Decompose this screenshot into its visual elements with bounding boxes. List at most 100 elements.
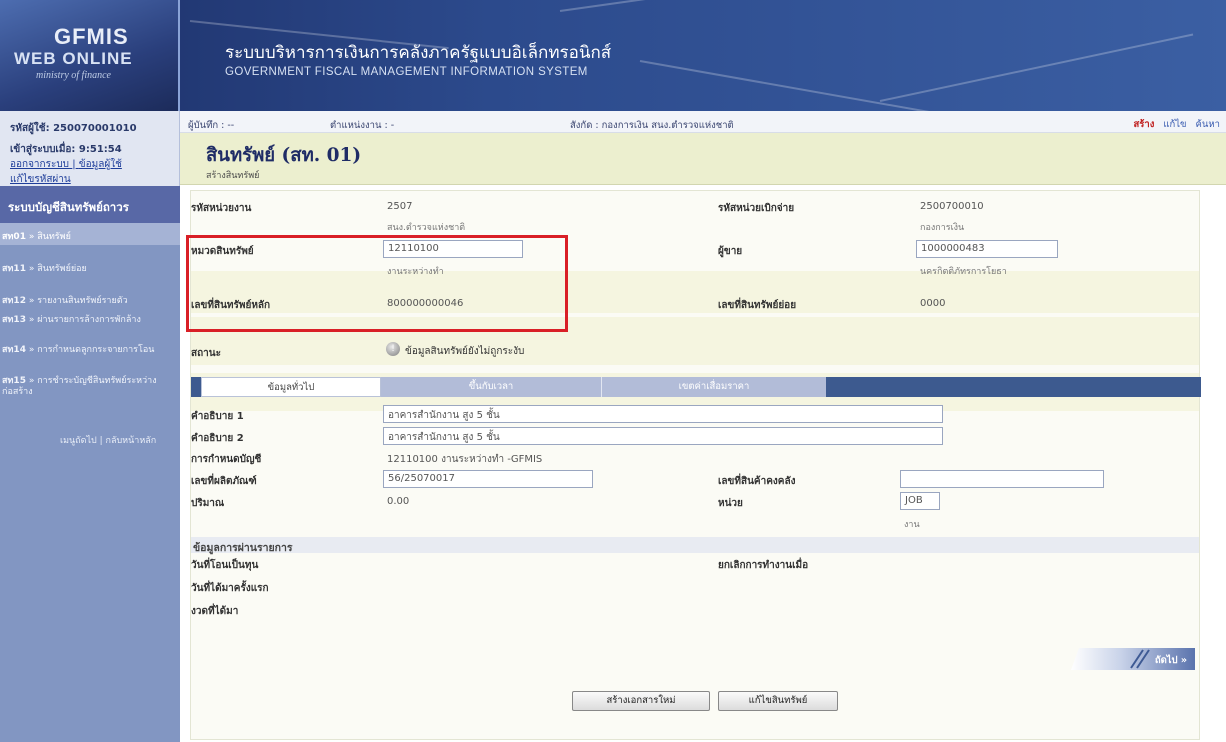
main-content: ผู้บันทึก : -- ตำแหน่งงาน : - สังกัด : ก… xyxy=(180,111,1226,742)
agency-code-value: 2507 xyxy=(387,201,413,212)
logo-title: GFMIS xyxy=(54,24,129,49)
status-text: ข้อมูลสินทรัพย์ยังไม่ถูกระงับ xyxy=(405,346,525,357)
unit-name: งาน xyxy=(904,520,920,530)
next-button[interactable]: ถัดไป » xyxy=(1071,648,1195,670)
arrow-icon: » xyxy=(28,296,35,306)
sidebar-item-code: สท12 xyxy=(2,296,26,306)
sidebar-item-sub-asset[interactable]: สท11 » สินทรัพย์ย่อย xyxy=(0,256,180,278)
unit-field[interactable]: JOB xyxy=(900,492,940,510)
acquisition-period-label: งวดที่ได้มา xyxy=(191,606,239,617)
create-action[interactable]: สร้าง xyxy=(1133,119,1154,130)
desc1-field[interactable]: อาคารสำนักงาน สูง 5 ชั้น xyxy=(383,405,943,423)
disb-unit-value: 2500700010 xyxy=(920,201,984,212)
sidebar-item-asset-report[interactable]: สท12 » รายงานสินทรัพย์รายตัว xyxy=(0,288,180,310)
gfmis-logo: GFMIS WEB ONLINE ministry of finance xyxy=(0,0,180,111)
sub-asset-value: 0000 xyxy=(920,298,946,309)
sidebar-footer: เมนูถัดไป | กลับหน้าหลัก xyxy=(60,433,156,447)
sidebar-item-label: ผ่านรายการล้างการพักล้าง xyxy=(37,315,141,325)
deactivation-label: ยกเลิกการทำงานเมื่อ xyxy=(718,560,809,571)
sidebar-item-code: สท13 xyxy=(2,315,26,325)
status-warning-icon: ! xyxy=(386,342,400,356)
row-band xyxy=(191,191,1199,235)
arrow-icon: » xyxy=(28,376,35,386)
arrow-icon: » xyxy=(28,232,35,242)
account-label: การกำหนดบัญชี xyxy=(191,454,262,465)
link-separator: | xyxy=(72,159,76,170)
next-menu-link[interactable]: เมนูถัดไป xyxy=(60,436,97,446)
sidebar-item-transfer-rules[interactable]: สท14 » การกำหนดลูกกระจายการโอน xyxy=(0,341,180,369)
sidebar-item-auc-settlement[interactable]: สท15 » การชำระบัญชีสินทรัพย์ระหว่างก่อสร… xyxy=(0,372,180,400)
desc2-field[interactable]: อาคารสำนักงาน สูง 5 ชั้น xyxy=(383,427,943,445)
header-decoration xyxy=(639,60,1015,111)
sidebar-item-label: รายงานสินทรัพย์รายตัว xyxy=(37,296,128,306)
user-info-box: รหัสผู้ใช้: 250070001010 เข้าสู่ระบบเมื่… xyxy=(0,111,180,186)
sidebar-item-code: สท15 xyxy=(2,376,26,386)
logout-link[interactable]: ออกจากระบบ xyxy=(10,159,69,170)
edit-action[interactable]: แก้ไข xyxy=(1163,119,1186,130)
system-title-th: ระบบบริหารการเงินการคลังภาครัฐแบบอิเล็กท… xyxy=(225,43,612,63)
unit-label: หน่วย xyxy=(718,498,743,509)
header-decoration xyxy=(559,0,917,12)
seller-label: ผู้ขาย xyxy=(718,246,743,257)
sidebar-item-asset[interactable]: สท01 » สินทรัพย์ xyxy=(0,223,180,245)
posting-section-title: ข้อมูลการผ่านรายการ xyxy=(191,537,1199,554)
system-title-en: GOVERNMENT FISCAL MANAGEMENT INFORMATION… xyxy=(225,66,588,78)
recorder-text: ผู้บันทึก : -- xyxy=(188,120,235,131)
header-decoration xyxy=(879,33,1194,102)
sub-asset-label: เลขที่สินทรัพย์ย่อย xyxy=(718,300,797,311)
logo-subtitle: WEB ONLINE xyxy=(14,49,133,68)
sidebar-item-label: สินทรัพย์ย่อย xyxy=(37,264,87,274)
user-id: รหัสผู้ใช้: 250070001010 xyxy=(10,123,137,134)
title-bar: สินทรัพย์ (สท. 01) สร้างสินทรัพย์ xyxy=(180,133,1226,185)
home-link[interactable]: กลับหน้าหลัก xyxy=(106,436,157,446)
sidebar-item-code: สท01 xyxy=(2,232,26,242)
sidebar-item-code: สท11 xyxy=(2,264,26,274)
tab-bar: ข้อมูลทั่วไป ขึ้นกับเวลา เขตค่าเสื่อมราค… xyxy=(191,377,1201,397)
change-password-link[interactable]: แก้ไขรหัสผ่าน xyxy=(10,174,71,185)
agency-code-label: รหัสหน่วยงาน xyxy=(191,203,252,214)
capitalized-date-label: วันที่โอนเป็นทุน xyxy=(191,560,259,571)
desc1-label: คำอธิบาย 1 xyxy=(191,411,244,422)
inventory-no-label: เลขที่สินค้าคงคลัง xyxy=(718,476,796,487)
arrow-icon: » xyxy=(28,264,35,274)
login-time: เข้าสู่ระบบเมื่อ: 9:51:54 xyxy=(10,144,122,155)
seller-field[interactable]: 1000000483 xyxy=(916,240,1058,258)
next-button-label: ถัดไป » xyxy=(1154,655,1187,666)
arrow-icon: » xyxy=(28,345,35,355)
tab-time-dependent[interactable]: ขึ้นกับเวลา xyxy=(381,377,601,397)
logo-tagline: ministry of finance xyxy=(36,70,111,81)
highlight-box xyxy=(186,235,568,332)
user-links: ออกจากระบบ | ข้อมูลผู้ใช้ แก้ไขรหัสผ่าน xyxy=(10,157,179,187)
position-text: ตำแหน่งงาน : - xyxy=(330,120,395,131)
product-no-field[interactable]: 56/25070017 xyxy=(383,470,593,488)
desc2-label: คำอธิบาย 2 xyxy=(191,433,244,444)
tab-depreciation-area[interactable]: เขตค่าเสื่อมราคา xyxy=(601,377,826,397)
disb-unit-name: กองการเงิน xyxy=(920,223,965,233)
inventory-no-field[interactable] xyxy=(900,470,1104,488)
product-no-label: เลขที่ผลิตภัณฑ์ xyxy=(191,476,257,487)
status-label: สถานะ xyxy=(191,348,221,359)
first-acquired-label: วันที่ได้มาครั้งแรก xyxy=(191,583,269,594)
sidebar-item-label: สินทรัพย์ xyxy=(37,232,71,242)
quantity-value: 0.00 xyxy=(387,496,410,507)
quantity-label: ปริมาณ xyxy=(191,498,225,509)
new-document-button[interactable]: สร้างเอกสารใหม่ xyxy=(572,691,710,711)
system-title: ระบบบริหารการเงินการคลังภาครัฐแบบอิเล็กท… xyxy=(225,39,611,78)
affiliation-text: สังกัด : กองการเงิน สนง.ตำรวจแห่งชาติ xyxy=(570,120,734,131)
sidebar-section-title: ระบบบัญชีสินทรัพย์ถาวร xyxy=(0,186,180,223)
top-info-bar: ผู้บันทึก : -- ตำแหน่งงาน : - สังกัด : ก… xyxy=(180,111,1226,133)
tab-general[interactable]: ข้อมูลทั่วไป xyxy=(201,377,381,397)
page-subtitle: สร้างสินทรัพย์ xyxy=(206,171,260,181)
disb-unit-label: รหัสหน่วยเบิกจ่าย xyxy=(718,203,795,214)
edit-asset-button[interactable]: แก้ไขสินทรัพย์ xyxy=(718,691,838,711)
search-action[interactable]: ค้นหา xyxy=(1196,119,1220,130)
user-profile-link[interactable]: ข้อมูลผู้ใช้ xyxy=(79,159,122,170)
arrow-icon: » xyxy=(28,315,35,325)
sidebar-item-label: การกำหนดลูกกระจายการโอน xyxy=(37,345,155,355)
agency-name: สนง.ตำรวจแห่งชาติ xyxy=(387,223,466,233)
sidebar-item-label: การชำระบัญชีสินทรัพย์ระหว่างก่อสร้าง xyxy=(2,376,157,397)
action-links: สร้าง แก้ไข ค้นหา xyxy=(1127,117,1220,132)
sidebar-item-clearing[interactable]: สท13 » ผ่านรายการล้างการพักล้าง xyxy=(0,311,180,339)
link-separator: | xyxy=(99,436,103,446)
page-title: สินทรัพย์ (สท. 01) xyxy=(206,145,362,166)
